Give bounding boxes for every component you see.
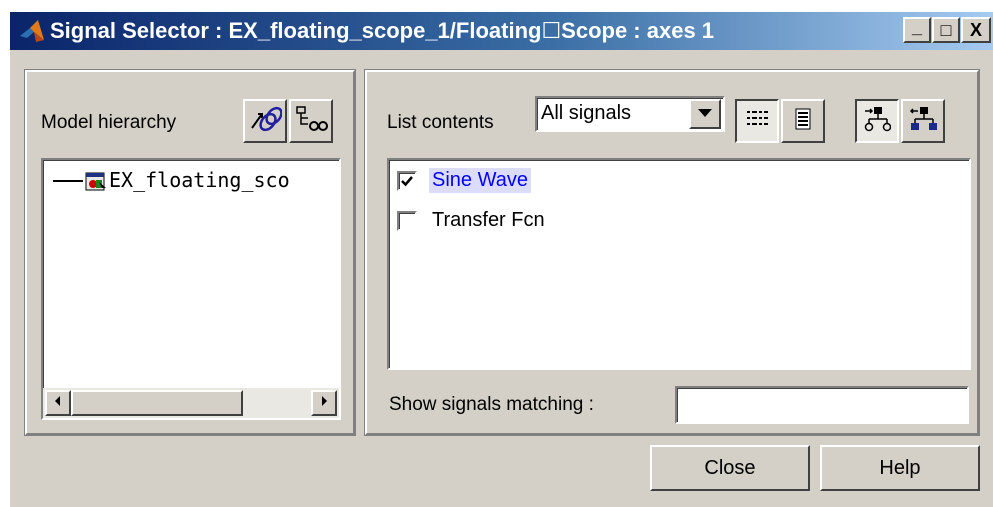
detail-view-button[interactable] xyxy=(781,99,825,143)
signal-checkbox-unchecked[interactable] xyxy=(397,211,417,231)
close-button[interactable]: Close xyxy=(650,445,810,491)
hierarchy-up-icon xyxy=(909,105,937,138)
horizontal-scrollbar[interactable] xyxy=(43,388,339,418)
chevron-down-icon xyxy=(697,105,713,123)
scroll-thumb[interactable] xyxy=(71,390,243,416)
tree-item[interactable]: EX_floating_sco xyxy=(53,168,343,196)
list-contents-select[interactable]: All signals xyxy=(535,96,725,132)
hierarchy-up-button[interactable] xyxy=(901,99,945,143)
signal-list[interactable]: Sine Wave Transfer Fcn xyxy=(387,158,971,370)
help-button[interactable]: Help xyxy=(820,445,980,491)
model-tree[interactable]: EX_floating_sco xyxy=(41,158,341,420)
help-button-label: Help xyxy=(879,456,921,479)
filter-input[interactable] xyxy=(675,386,969,424)
tree-item-label: EX_floating_sco xyxy=(109,168,290,192)
signal-selector-window: Signal Selector : EX_floating_scope_1/Fl… xyxy=(8,10,993,507)
matlab-logo-icon xyxy=(18,18,46,44)
hierarchy-down-icon xyxy=(863,105,892,138)
model-hierarchy-label: Model hierarchy xyxy=(41,112,177,133)
model-hierarchy-panel: Model hierarchy EX_floating_sco xyxy=(24,69,356,436)
minimize-button[interactable]: _ xyxy=(903,17,931,43)
signal-label[interactable]: Sine Wave xyxy=(429,168,531,193)
window-title: Signal Selector : EX_floating_scope_1/Fl… xyxy=(50,18,715,43)
find-icon xyxy=(294,104,328,139)
link-icon xyxy=(248,104,283,139)
maximize-icon: □ xyxy=(940,19,952,40)
tree-connector xyxy=(53,180,83,182)
signals-panel: List contents All signals Sine Wave Tran… xyxy=(364,69,980,436)
filter-label: Show signals matching : xyxy=(389,394,594,415)
list-contents-value: All signals xyxy=(541,102,632,124)
hierarchy-down-button[interactable] xyxy=(855,99,899,143)
close-window-button[interactable]: X xyxy=(961,17,991,43)
scroll-right-button[interactable] xyxy=(311,390,337,416)
list-item[interactable]: Transfer Fcn xyxy=(397,206,697,236)
highlight-in-model-button[interactable] xyxy=(243,99,287,143)
model-icon xyxy=(85,170,107,197)
arrow-left-icon xyxy=(53,394,63,412)
title-bar[interactable]: Signal Selector : EX_floating_scope_1/Fl… xyxy=(10,12,993,50)
minimize-icon: _ xyxy=(911,16,922,37)
arrow-right-icon xyxy=(319,394,329,412)
close-button-label: Close xyxy=(704,456,756,479)
list-contents-label: List contents xyxy=(387,112,494,133)
signal-label[interactable]: Transfer Fcn xyxy=(429,208,548,233)
dropdown-button[interactable] xyxy=(689,99,721,129)
list-view-icon xyxy=(745,107,769,136)
list-item[interactable]: Sine Wave xyxy=(397,166,697,196)
detail-view-icon xyxy=(791,107,815,136)
maximize-button[interactable]: □ xyxy=(932,17,960,43)
close-icon: X xyxy=(969,19,982,40)
signal-checkbox-checked[interactable] xyxy=(397,171,417,191)
list-view-button[interactable] xyxy=(735,99,779,143)
scroll-left-button[interactable] xyxy=(45,390,71,416)
find-signal-button[interactable] xyxy=(289,99,333,143)
